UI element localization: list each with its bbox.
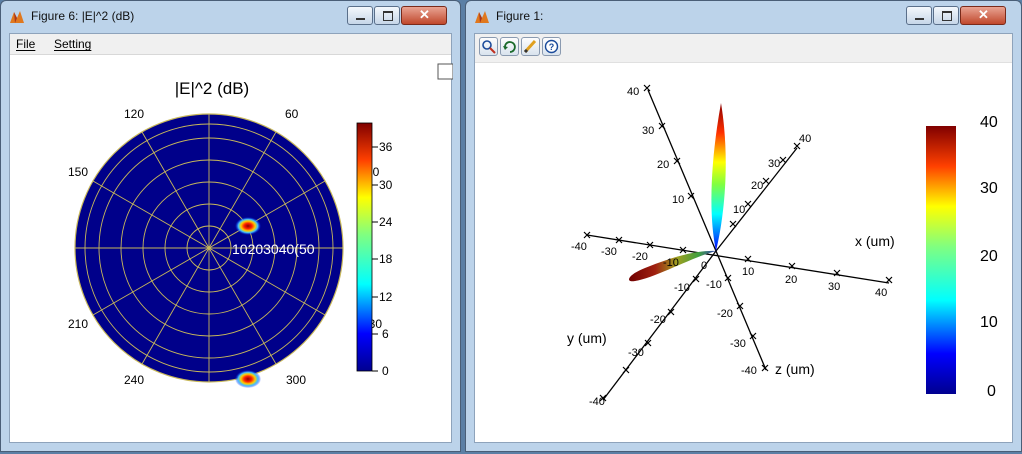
- cbar-tick-24: 24: [379, 215, 393, 229]
- figure-client-area: ? -40 -30 -20 -10 0 10 20 30 40 40 30 20…: [474, 33, 1013, 443]
- angle-300: 300: [286, 373, 306, 387]
- cbar-tick-0: 0: [382, 364, 389, 378]
- close-icon: ✕: [978, 7, 989, 22]
- cbar-tick-30: 30: [379, 178, 393, 192]
- x-tick-10: 10: [742, 266, 754, 278]
- pen-button[interactable]: [521, 37, 540, 56]
- rotate-button[interactable]: [500, 37, 519, 56]
- toolbar: ?: [475, 34, 1012, 63]
- menu-file[interactable]: File: [16, 37, 35, 51]
- close-icon: ✕: [419, 7, 430, 22]
- help-button[interactable]: ?: [542, 37, 561, 56]
- title-bar[interactable]: Figure 1: ✕: [466, 1, 1021, 31]
- v-tick-10: 10: [672, 194, 684, 206]
- angle-60: 60: [285, 107, 299, 121]
- maximize-button[interactable]: [933, 6, 959, 25]
- y-tick-neg40: -40: [589, 396, 605, 408]
- v-tick-30: 30: [642, 125, 654, 137]
- plot-title: |E|^2 (dB): [175, 79, 249, 98]
- cbar-tick-40: 40: [980, 114, 998, 131]
- hotspot-lower: [235, 370, 261, 388]
- y-axis-label: y (um): [567, 330, 607, 346]
- d-tick-40: 40: [799, 133, 811, 145]
- title-bar[interactable]: Figure 6: |E|^2 (dB) ✕: [1, 1, 460, 31]
- x-tick-neg40: -40: [571, 241, 587, 253]
- vertical-lobe: [711, 103, 726, 251]
- checkbox-square[interactable]: [437, 63, 453, 80]
- window-title: Figure 6: |E|^2 (dB): [31, 9, 135, 23]
- axis-tick-labels: -40 -30 -20 -10 0 10 20 30 40 40 30 20 1…: [571, 86, 887, 408]
- cbar-tick-20: 20: [980, 248, 998, 265]
- zoom-button[interactable]: [479, 37, 498, 56]
- angle-120: 120: [124, 107, 144, 121]
- y-tick-neg20: -20: [650, 314, 666, 326]
- angle-210: 210: [68, 317, 88, 331]
- menu-bar: File Setting: [10, 34, 451, 55]
- angle-150: 150: [68, 165, 88, 179]
- colorbar: [926, 126, 956, 394]
- y-tick-neg30: -30: [628, 347, 644, 359]
- x-tick-0: 0: [701, 260, 707, 272]
- d-tick-10: 10: [733, 204, 745, 216]
- z-tick-neg30: -30: [730, 338, 746, 350]
- x-tick-20: 20: [785, 274, 797, 286]
- svg-text:?: ?: [549, 42, 555, 52]
- cbar-tick-6: 6: [382, 327, 389, 341]
- polar-plot: |E|^2 (dB) 10203040(50 30 60 120 150 210…: [68, 63, 453, 388]
- cbar-tick-18: 18: [379, 252, 393, 266]
- matlab-logo-icon: [10, 11, 24, 23]
- matlab-logo-icon: [475, 11, 489, 23]
- z-tick-neg10: -10: [706, 279, 722, 291]
- maximize-button[interactable]: [374, 6, 400, 25]
- close-button[interactable]: ✕: [401, 6, 447, 25]
- rotate-icon: [503, 41, 516, 53]
- x-tick-40: 40: [875, 287, 887, 299]
- pen-icon: [523, 39, 537, 54]
- window-title: Figure 1:: [496, 9, 544, 23]
- d-tick-30: 30: [768, 158, 780, 170]
- figure-client-area: File Setting |E|^2 (dB) 10203040(50 30 6…: [9, 33, 453, 443]
- figure6-window: Figure 6: |E|^2 (dB) ✕ File Setting |E|^…: [0, 0, 461, 452]
- cbar-tick-12: 12: [379, 290, 393, 304]
- close-button[interactable]: ✕: [960, 6, 1006, 25]
- v-tick-40: 40: [627, 86, 639, 98]
- radial-labels: 10203040(50: [232, 241, 315, 257]
- cbar-tick-0: 0: [987, 383, 996, 400]
- x-tick-30: 30: [828, 281, 840, 293]
- z-axis-label: z (um): [775, 361, 815, 377]
- d-tick-20: 20: [751, 180, 763, 192]
- cbar-tick-10: 10: [980, 314, 998, 331]
- x-tick-neg30: -30: [601, 246, 617, 258]
- colorbar: [356, 122, 373, 372]
- menu-setting[interactable]: Setting: [54, 37, 91, 51]
- colorbar-ticks: 40 30 20 10 0: [980, 114, 998, 400]
- x-axis-label: x (um): [855, 233, 895, 249]
- z-tick-neg40: -40: [741, 365, 757, 377]
- x-tick-neg10: -10: [663, 257, 679, 269]
- v-tick-20: 20: [657, 159, 669, 171]
- y-tick-neg10: -10: [674, 282, 690, 294]
- help-icon: ?: [544, 39, 559, 54]
- hotspot-upper: [235, 217, 261, 235]
- minimize-button[interactable]: [906, 6, 932, 25]
- x-tick-neg20: -20: [632, 251, 648, 263]
- minimize-button[interactable]: [347, 6, 373, 25]
- 3d-plot: -40 -30 -20 -10 0 10 20 30 40 40 30 20 1…: [567, 84, 998, 408]
- figure1-window: Figure 1: ✕ ? -40 -30 -20 -10 0 10 20 30…: [465, 0, 1022, 452]
- zoom-icon: [482, 40, 496, 54]
- angle-240: 240: [124, 373, 144, 387]
- cbar-tick-36: 36: [379, 140, 393, 154]
- cbar-tick-30: 30: [980, 180, 998, 197]
- z-tick-neg20: -20: [717, 308, 733, 320]
